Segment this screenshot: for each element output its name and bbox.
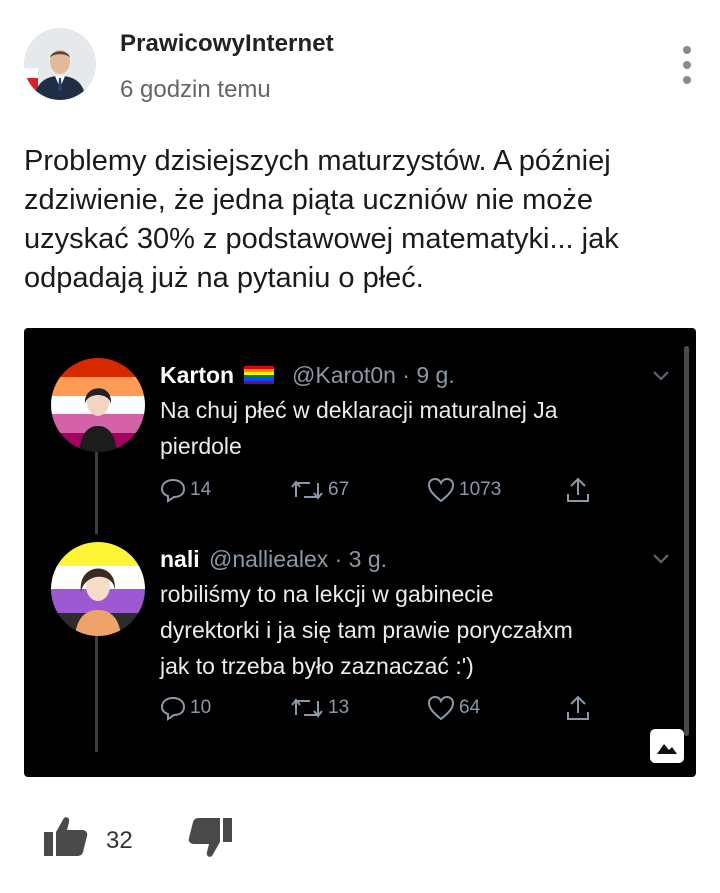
- tweet-text-line: pierdole: [160, 433, 242, 459]
- tweet-handle[interactable]: @Karot0n · 9 g.: [292, 362, 455, 389]
- author-name[interactable]: PrawicowyInternet: [120, 30, 334, 58]
- tweet-text-line: dyrektorki i ja się tam prawie poryczałx…: [160, 617, 573, 643]
- reply-icon: [160, 478, 186, 503]
- share-icon: [567, 695, 589, 720]
- thumb-up-icon[interactable]: [42, 814, 90, 858]
- avatar-photo: [24, 28, 96, 100]
- tweet-avatar: [51, 542, 145, 636]
- author-avatar[interactable]: [24, 28, 96, 100]
- tweet-handle[interactable]: @nalliealex · 3 g.: [209, 546, 387, 573]
- image-icon[interactable]: [650, 729, 684, 763]
- tweet-text-line: Na chuj płeć w deklaracji maturalnej Ja: [160, 397, 558, 423]
- thread-line: [95, 450, 98, 534]
- rainbow-flag-icon: [243, 366, 274, 384]
- reply-icon: [160, 696, 186, 721]
- chevron-down-icon[interactable]: [650, 547, 672, 569]
- lesbian-flag-avatar: [51, 358, 145, 452]
- tweet-text: Na chuj płeć w deklaracji maturalnej Ja …: [160, 392, 660, 464]
- heart-icon: [427, 695, 455, 721]
- reply-count: 14: [190, 479, 212, 500]
- share-button[interactable]: [564, 694, 592, 722]
- nonbinary-flag-avatar: [51, 542, 145, 636]
- tweet-author-name-text: Karton: [160, 362, 235, 388]
- like-count: 64: [459, 697, 481, 718]
- retweet-button[interactable]: 13: [290, 695, 349, 721]
- like-count: 1073: [459, 479, 502, 500]
- like-count: 32: [106, 827, 133, 854]
- more-vert-icon[interactable]: [674, 42, 700, 88]
- post-header: PrawicowyInternet 6 godzin temu: [0, 0, 720, 120]
- tweet-author-name[interactable]: nali: [160, 546, 200, 573]
- post-timestamp: 6 godzin temu: [120, 76, 271, 103]
- retweet-count: 67: [328, 479, 350, 500]
- thread-line: [95, 632, 98, 752]
- tweet-text: robiliśmy to na lekcji w gabinecie dyrek…: [160, 576, 660, 684]
- retweet-button[interactable]: 67: [290, 477, 349, 503]
- scrollbar: [684, 346, 689, 736]
- tweet-avatar: [51, 358, 145, 452]
- tweet-text-line: robiliśmy to na lekcji w gabinecie: [160, 581, 494, 607]
- heart-icon: [427, 477, 455, 503]
- retweet-count: 13: [328, 697, 350, 718]
- reply-button[interactable]: 14: [160, 477, 211, 503]
- reply-button[interactable]: 10: [160, 695, 211, 721]
- share-icon: [567, 477, 589, 502]
- tweet-author-name[interactable]: Karton: [160, 362, 274, 389]
- share-button[interactable]: [564, 476, 592, 504]
- reply-count: 10: [190, 697, 212, 718]
- like-tweet-button[interactable]: 1073: [427, 477, 501, 503]
- retweet-icon: [291, 698, 323, 718]
- like-tweet-button[interactable]: 64: [427, 695, 480, 721]
- retweet-icon: [291, 480, 323, 500]
- chevron-down-icon[interactable]: [650, 364, 672, 386]
- post-text: Problemy dzisiejszych maturzystów. A póź…: [24, 145, 619, 294]
- thumb-down-icon[interactable]: [186, 816, 234, 860]
- tweet-text-line: jak to trzeba było zaznaczać :'): [160, 653, 474, 679]
